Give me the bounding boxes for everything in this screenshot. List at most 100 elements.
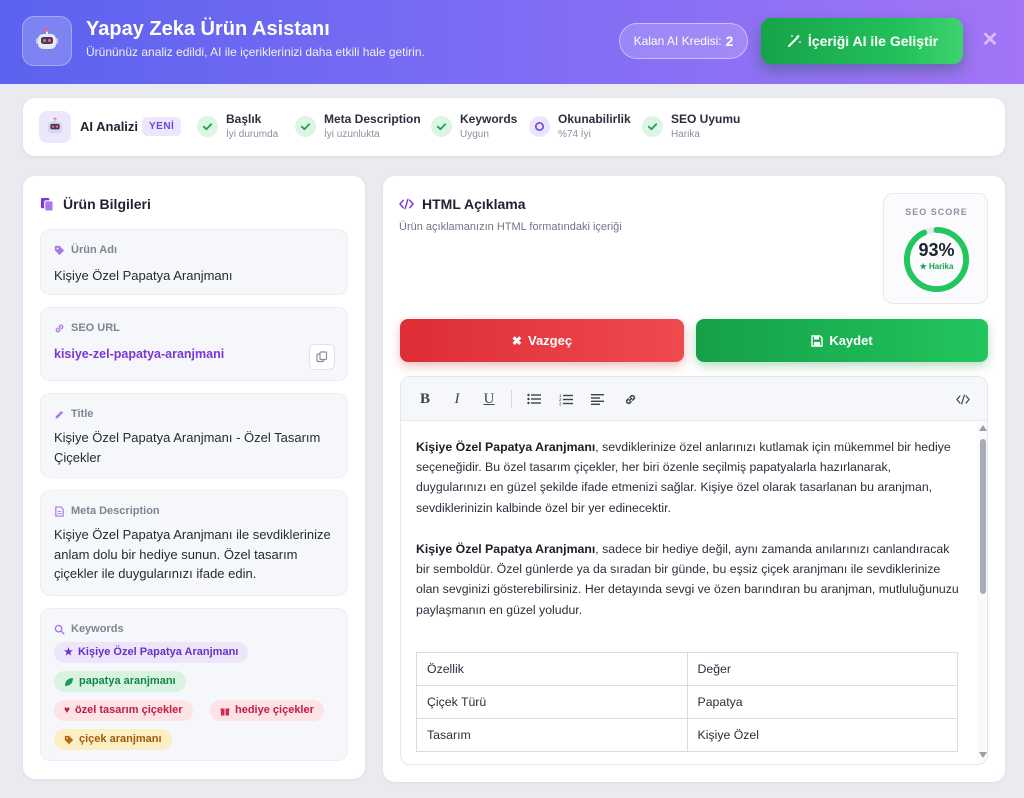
metric-meta-status: İyi uzunlukta <box>324 129 380 140</box>
scroll-thumb[interactable] <box>980 439 986 594</box>
title-value[interactable]: Kişiye Özel Papatya Aranjmanı - Özel Tas… <box>54 428 336 467</box>
heart-icon: ♥ <box>64 705 70 716</box>
metric-meta-label: Meta Description <box>324 112 421 126</box>
bold-icon[interactable]: B <box>414 388 436 410</box>
bullet-list-icon[interactable] <box>523 388 545 410</box>
align-left-icon[interactable] <box>587 388 609 410</box>
ai-analysis-bar: AI Analizi YENİ Başlık İyi durumda Meta … <box>23 98 1005 156</box>
table-cell: Papatya <box>686 685 958 719</box>
svg-text:3: 3 <box>559 401 562 406</box>
seo-score-value: 93% <box>918 240 955 260</box>
code-view-icon[interactable] <box>952 388 974 410</box>
product-info-title-text: Ürün Bilgileri <box>63 196 151 212</box>
numbered-list-icon[interactable]: 123 <box>555 388 577 410</box>
title-field: Title Kişiye Özel Papatya Aranjmanı - Öz… <box>40 393 348 478</box>
editor-toolbar: B I U 123 <box>401 377 987 421</box>
copy-icon <box>316 351 328 363</box>
tag-icon <box>54 245 65 255</box>
document-icon <box>55 505 64 517</box>
meta-description-label: Meta Description <box>54 505 160 517</box>
keyword-chip[interactable]: ♥ özel tasarım çiçekler <box>54 700 193 721</box>
keywords-field: Keywords ★ Kişiye Özel Papatya Aranjmanı… <box>40 608 348 761</box>
check-icon <box>431 116 452 137</box>
html-description-subtitle: Ürün açıklamanızın HTML formatındaki içe… <box>399 221 622 233</box>
keyword-chip-label: Kişiye Özel Papatya Aranjmanı <box>77 646 239 658</box>
toolbar-divider <box>511 390 512 408</box>
scroll-up-icon[interactable] <box>979 425 987 431</box>
seo-url-field: SEO URL kisiye-zel-papatya-aranjmani <box>40 307 348 381</box>
star-icon: ★ <box>64 647 73 658</box>
improve-with-ai-button[interactable]: İçeriği AI ile Geliştir <box>761 18 963 64</box>
keyword-chip[interactable]: hediye çiçekler <box>210 700 324 721</box>
metric-seo-status: Harika <box>671 129 700 140</box>
floppy-save-icon <box>811 334 824 347</box>
paragraph-2-bold: Kişiye Özel Papatya Aranjmanı <box>416 542 596 556</box>
save-button[interactable]: Kaydet <box>696 319 988 362</box>
keyword-chip[interactable]: çiçek aranjmanı <box>54 729 172 750</box>
product-name-value[interactable]: Kişiye Özel Papatya Aranjmanı <box>54 266 336 286</box>
app-subtitle: Ürününüz analiz edildi, AI ile içerikler… <box>86 45 425 59</box>
feature-table: Özellik Değer Çiçek Türü Papatya Tasarım… <box>416 652 958 752</box>
italic-icon[interactable]: I <box>446 388 468 410</box>
robot-icon <box>39 111 71 143</box>
paragraph-1: Kişiye Özel Papatya Aranjmanı, sevdikler… <box>416 437 962 518</box>
header-bar: Yapay Zeka Ürün Asistanı Ürününüz analiz… <box>0 0 1024 84</box>
metric-title-label: Başlık <box>226 112 262 126</box>
keyword-chip[interactable]: papatya aranjmanı <box>54 671 186 692</box>
check-icon <box>295 116 316 137</box>
table-row: Tasarım Kişiye Özel <box>416 718 958 752</box>
metric-readability-label: Okunabilirlik <box>558 112 631 126</box>
magic-wand-icon <box>787 34 801 47</box>
product-name-label-text: Ürün Adı <box>71 244 118 256</box>
editor-content[interactable]: Kişiye Özel Papatya Aranjmanı, sevdikler… <box>401 422 977 764</box>
seo-url-value[interactable]: kisiye-zel-papatya-aranjmani <box>54 345 336 365</box>
save-button-label: Kaydet <box>829 333 873 348</box>
check-icon <box>642 116 663 137</box>
leaf-icon <box>65 677 73 686</box>
pencil-icon <box>55 410 64 419</box>
improve-button-label: İçeriği AI ile Geliştir <box>807 33 939 49</box>
title-label: Title <box>54 408 93 420</box>
code-icon <box>399 198 414 210</box>
keywords-label-text: Keywords <box>71 623 124 635</box>
copy-url-button[interactable] <box>309 344 335 370</box>
cancel-button[interactable]: ✖ Vazgeç <box>400 319 684 362</box>
html-editor: B I U 123 Kişiye Özel Papatya Aranjmanı, <box>400 376 988 765</box>
editor-scrollbar[interactable] <box>977 422 987 764</box>
keyword-chip-label: papatya aranjmanı <box>79 675 176 687</box>
cancel-button-label: Vazgeç <box>527 333 573 348</box>
underline-icon[interactable]: U <box>478 388 500 410</box>
new-badge: YENİ <box>142 117 182 136</box>
link-icon[interactable] <box>619 388 641 410</box>
gift-icon <box>220 708 230 715</box>
app-title: Yapay Zeka Ürün Asistanı <box>86 18 330 40</box>
copy-docs-icon <box>40 197 54 212</box>
check-icon <box>197 116 218 137</box>
product-name-label: Ürün Adı <box>54 244 117 256</box>
scroll-down-icon[interactable] <box>979 752 987 758</box>
metric-keywords-status: Uygun <box>460 129 489 140</box>
seo-score-label: SEO SCORE <box>905 207 968 217</box>
keyword-chip-label: hediye çiçekler <box>235 704 314 716</box>
product-name-field: Ürün Adı Kişiye Özel Papatya Aranjmanı <box>40 229 348 295</box>
seo-url-label: SEO URL <box>54 322 120 334</box>
search-icon <box>54 624 65 635</box>
seo-url-label-text: SEO URL <box>71 322 120 334</box>
title-label-text: Title <box>71 408 94 420</box>
html-description-title: HTML Açıklama <box>399 196 525 212</box>
table-cell: Çiçek Türü <box>416 685 688 719</box>
keyword-chip-label: özel tasarım çiçekler <box>74 704 183 716</box>
robot-icon <box>36 28 58 49</box>
metric-seo-label: SEO Uyumu <box>671 112 741 126</box>
keyword-chip[interactable]: ★ Kişiye Özel Papatya Aranjmanı <box>54 642 249 663</box>
table-cell: Özellik <box>416 652 688 686</box>
table-cell: Kişiye Özel <box>686 718 958 752</box>
product-info-panel: Ürün Bilgileri Ürün Adı Kişiye Özel Papa… <box>23 176 365 779</box>
metric-readability-status: %74 İyi <box>558 129 591 140</box>
credit-value: 2 <box>725 33 734 49</box>
keywords-label: Keywords <box>54 623 124 635</box>
ai-analysis-label: AI Analizi <box>80 119 139 134</box>
table-cell: Değer <box>686 652 958 686</box>
close-icon[interactable]: ✕ <box>980 30 1000 50</box>
meta-description-value[interactable]: Kişiye Özel Papatya Aranjmanı ile sevdik… <box>54 525 336 584</box>
